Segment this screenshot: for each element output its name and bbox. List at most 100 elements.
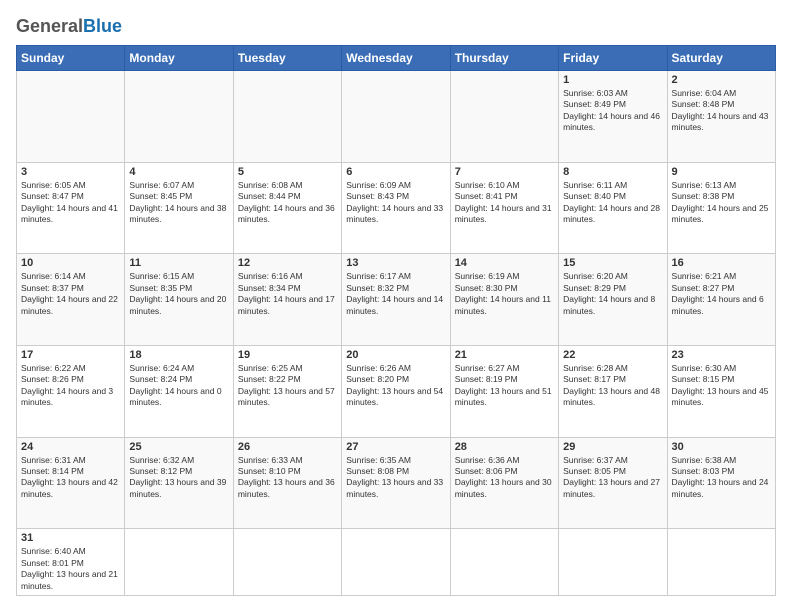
day-number: 28 (455, 441, 554, 453)
day-number: 18 (129, 349, 228, 361)
calendar-week-2: 3 Sunrise: 6:05 AM Sunset: 8:47 PM Daylig… (17, 162, 776, 254)
calendar-cell: 7 Sunrise: 6:10 AM Sunset: 8:41 PM Daylig… (450, 162, 558, 254)
day-number: 25 (129, 441, 228, 453)
day-info: Sunrise: 6:10 AM Sunset: 8:41 PM Dayligh… (455, 180, 554, 226)
day-info: Sunrise: 6:40 AM Sunset: 8:01 PM Dayligh… (21, 546, 120, 592)
day-info: Sunrise: 6:20 AM Sunset: 8:29 PM Dayligh… (563, 271, 662, 317)
calendar-cell: 30Sunrise: 6:38 AM Sunset: 8:03 PM Dayli… (667, 437, 775, 529)
day-number: 8 (563, 166, 662, 178)
day-number: 1 (563, 74, 662, 86)
calendar-cell: 24Sunrise: 6:31 AM Sunset: 8:14 PM Dayli… (17, 437, 125, 529)
calendar-cell: 13Sunrise: 6:17 AM Sunset: 8:32 PM Dayli… (342, 254, 450, 346)
day-info: Sunrise: 6:32 AM Sunset: 8:12 PM Dayligh… (129, 455, 228, 501)
calendar-cell: 6Sunrise: 6:09 AM Sunset: 8:43 PM Daylig… (342, 162, 450, 254)
day-info: Sunrise: 6:25 AM Sunset: 8:22 PM Dayligh… (238, 363, 337, 409)
day-number: 13 (346, 257, 445, 269)
calendar-week-4: 17 Sunrise: 6:22 AM Sunset: 8:26 PM Dayli… (17, 345, 776, 437)
day-number: 31 (21, 532, 120, 544)
day-info: Sunrise: 6:22 AM Sunset: 8:26 PM Dayligh… (21, 363, 120, 409)
calendar-week-1: 1 Sunrise: 6:03 AM Sunset: 8:49 PM Daylig… (17, 71, 776, 163)
calendar-cell: 4 Sunrise: 6:07 AM Sunset: 8:45 PM Daylig… (125, 162, 233, 254)
calendar-cell (667, 529, 775, 596)
weekday-header-thursday: Thursday (450, 46, 558, 71)
day-number: 4 (129, 166, 228, 178)
day-info: Sunrise: 6:03 AM Sunset: 8:49 PM Dayligh… (563, 88, 662, 134)
calendar-cell: 16Sunrise: 6:21 AM Sunset: 8:27 PM Dayli… (667, 254, 775, 346)
calendar-cell: 29 Sunrise: 6:37 AM Sunset: 8:05 PM Dayli… (559, 437, 667, 529)
calendar-cell: 3 Sunrise: 6:05 AM Sunset: 8:47 PM Daylig… (17, 162, 125, 254)
day-info: Sunrise: 6:07 AM Sunset: 8:45 PM Dayligh… (129, 180, 228, 226)
day-info: Sunrise: 6:26 AM Sunset: 8:20 PM Dayligh… (346, 363, 445, 409)
day-number: 15 (563, 257, 662, 269)
calendar-cell: 20 Sunrise: 6:26 AM Sunset: 8:20 PM Dayli… (342, 345, 450, 437)
day-info: Sunrise: 6:37 AM Sunset: 8:05 PM Dayligh… (563, 455, 662, 501)
calendar-week-6: 31 Sunrise: 6:40 AM Sunset: 8:01 PM Dayli… (17, 529, 776, 596)
weekday-header-tuesday: Tuesday (233, 46, 341, 71)
day-info: Sunrise: 6:16 AM Sunset: 8:34 PM Dayligh… (238, 271, 337, 317)
calendar-cell: 25 Sunrise: 6:32 AM Sunset: 8:12 PM Dayli… (125, 437, 233, 529)
day-number: 16 (672, 257, 771, 269)
day-info: Sunrise: 6:04 AM Sunset: 8:48 PM Dayligh… (672, 88, 771, 134)
day-number: 30 (672, 441, 771, 453)
calendar-cell: 28 Sunrise: 6:36 AM Sunset: 8:06 PM Dayli… (450, 437, 558, 529)
day-number: 14 (455, 257, 554, 269)
calendar-cell (342, 529, 450, 596)
day-info: Sunrise: 6:13 AM Sunset: 8:38 PM Dayligh… (672, 180, 771, 226)
weekday-header-sunday: Sunday (17, 46, 125, 71)
day-info: Sunrise: 6:14 AM Sunset: 8:37 PM Dayligh… (21, 271, 120, 317)
logo-text: GeneralBlue (16, 16, 122, 37)
weekday-header-wednesday: Wednesday (342, 46, 450, 71)
day-number: 22 (563, 349, 662, 361)
calendar-cell (233, 71, 341, 163)
day-number: 20 (346, 349, 445, 361)
day-number: 27 (346, 441, 445, 453)
day-number: 7 (455, 166, 554, 178)
calendar-cell: 9Sunrise: 6:13 AM Sunset: 8:38 PM Daylig… (667, 162, 775, 254)
day-info: Sunrise: 6:33 AM Sunset: 8:10 PM Dayligh… (238, 455, 337, 501)
day-number: 19 (238, 349, 337, 361)
weekday-header-row: SundayMondayTuesdayWednesdayThursdayFrid… (17, 46, 776, 71)
day-number: 11 (129, 257, 228, 269)
day-number: 24 (21, 441, 120, 453)
day-info: Sunrise: 6:19 AM Sunset: 8:30 PM Dayligh… (455, 271, 554, 317)
day-number: 26 (238, 441, 337, 453)
day-number: 17 (21, 349, 120, 361)
day-number: 23 (672, 349, 771, 361)
calendar-cell: 15 Sunrise: 6:20 AM Sunset: 8:29 PM Dayli… (559, 254, 667, 346)
calendar-week-3: 10Sunrise: 6:14 AM Sunset: 8:37 PM Dayli… (17, 254, 776, 346)
calendar-cell: 21Sunrise: 6:27 AM Sunset: 8:19 PM Dayli… (450, 345, 558, 437)
day-number: 29 (563, 441, 662, 453)
calendar-cell: 10Sunrise: 6:14 AM Sunset: 8:37 PM Dayli… (17, 254, 125, 346)
weekday-header-monday: Monday (125, 46, 233, 71)
header: General GeneralBlue (16, 16, 776, 37)
calendar-cell (559, 529, 667, 596)
page: General GeneralBlue SundayMondayTuesdayW… (0, 0, 792, 612)
day-info: Sunrise: 6:36 AM Sunset: 8:06 PM Dayligh… (455, 455, 554, 501)
day-info: Sunrise: 6:05 AM Sunset: 8:47 PM Dayligh… (21, 180, 120, 226)
calendar-cell: 18 Sunrise: 6:24 AM Sunset: 8:24 PM Dayli… (125, 345, 233, 437)
calendar-cell (342, 71, 450, 163)
logo: General GeneralBlue (16, 16, 122, 37)
day-info: Sunrise: 6:15 AM Sunset: 8:35 PM Dayligh… (129, 271, 228, 317)
calendar-cell: 27 Sunrise: 6:35 AM Sunset: 8:08 PM Dayli… (342, 437, 450, 529)
calendar-cell (125, 71, 233, 163)
weekday-header-friday: Friday (559, 46, 667, 71)
calendar-cell (17, 71, 125, 163)
day-info: Sunrise: 6:30 AM Sunset: 8:15 PM Dayligh… (672, 363, 771, 409)
calendar-cell: 19 Sunrise: 6:25 AM Sunset: 8:22 PM Dayli… (233, 345, 341, 437)
calendar-cell: 2Sunrise: 6:04 AM Sunset: 8:48 PM Daylig… (667, 71, 775, 163)
day-info: Sunrise: 6:24 AM Sunset: 8:24 PM Dayligh… (129, 363, 228, 409)
day-info: Sunrise: 6:28 AM Sunset: 8:17 PM Dayligh… (563, 363, 662, 409)
calendar-cell: 11 Sunrise: 6:15 AM Sunset: 8:35 PM Dayli… (125, 254, 233, 346)
calendar-cell: 8Sunrise: 6:11 AM Sunset: 8:40 PM Daylig… (559, 162, 667, 254)
day-info: Sunrise: 6:08 AM Sunset: 8:44 PM Dayligh… (238, 180, 337, 226)
day-number: 3 (21, 166, 120, 178)
calendar-cell (450, 71, 558, 163)
weekday-header-saturday: Saturday (667, 46, 775, 71)
calendar-cell (450, 529, 558, 596)
day-info: Sunrise: 6:35 AM Sunset: 8:08 PM Dayligh… (346, 455, 445, 501)
calendar-table: SundayMondayTuesdayWednesdayThursdayFrid… (16, 45, 776, 596)
calendar-cell (125, 529, 233, 596)
calendar-cell: 23 Sunrise: 6:30 AM Sunset: 8:15 PM Dayli… (667, 345, 775, 437)
calendar-cell: 17 Sunrise: 6:22 AM Sunset: 8:26 PM Dayli… (17, 345, 125, 437)
